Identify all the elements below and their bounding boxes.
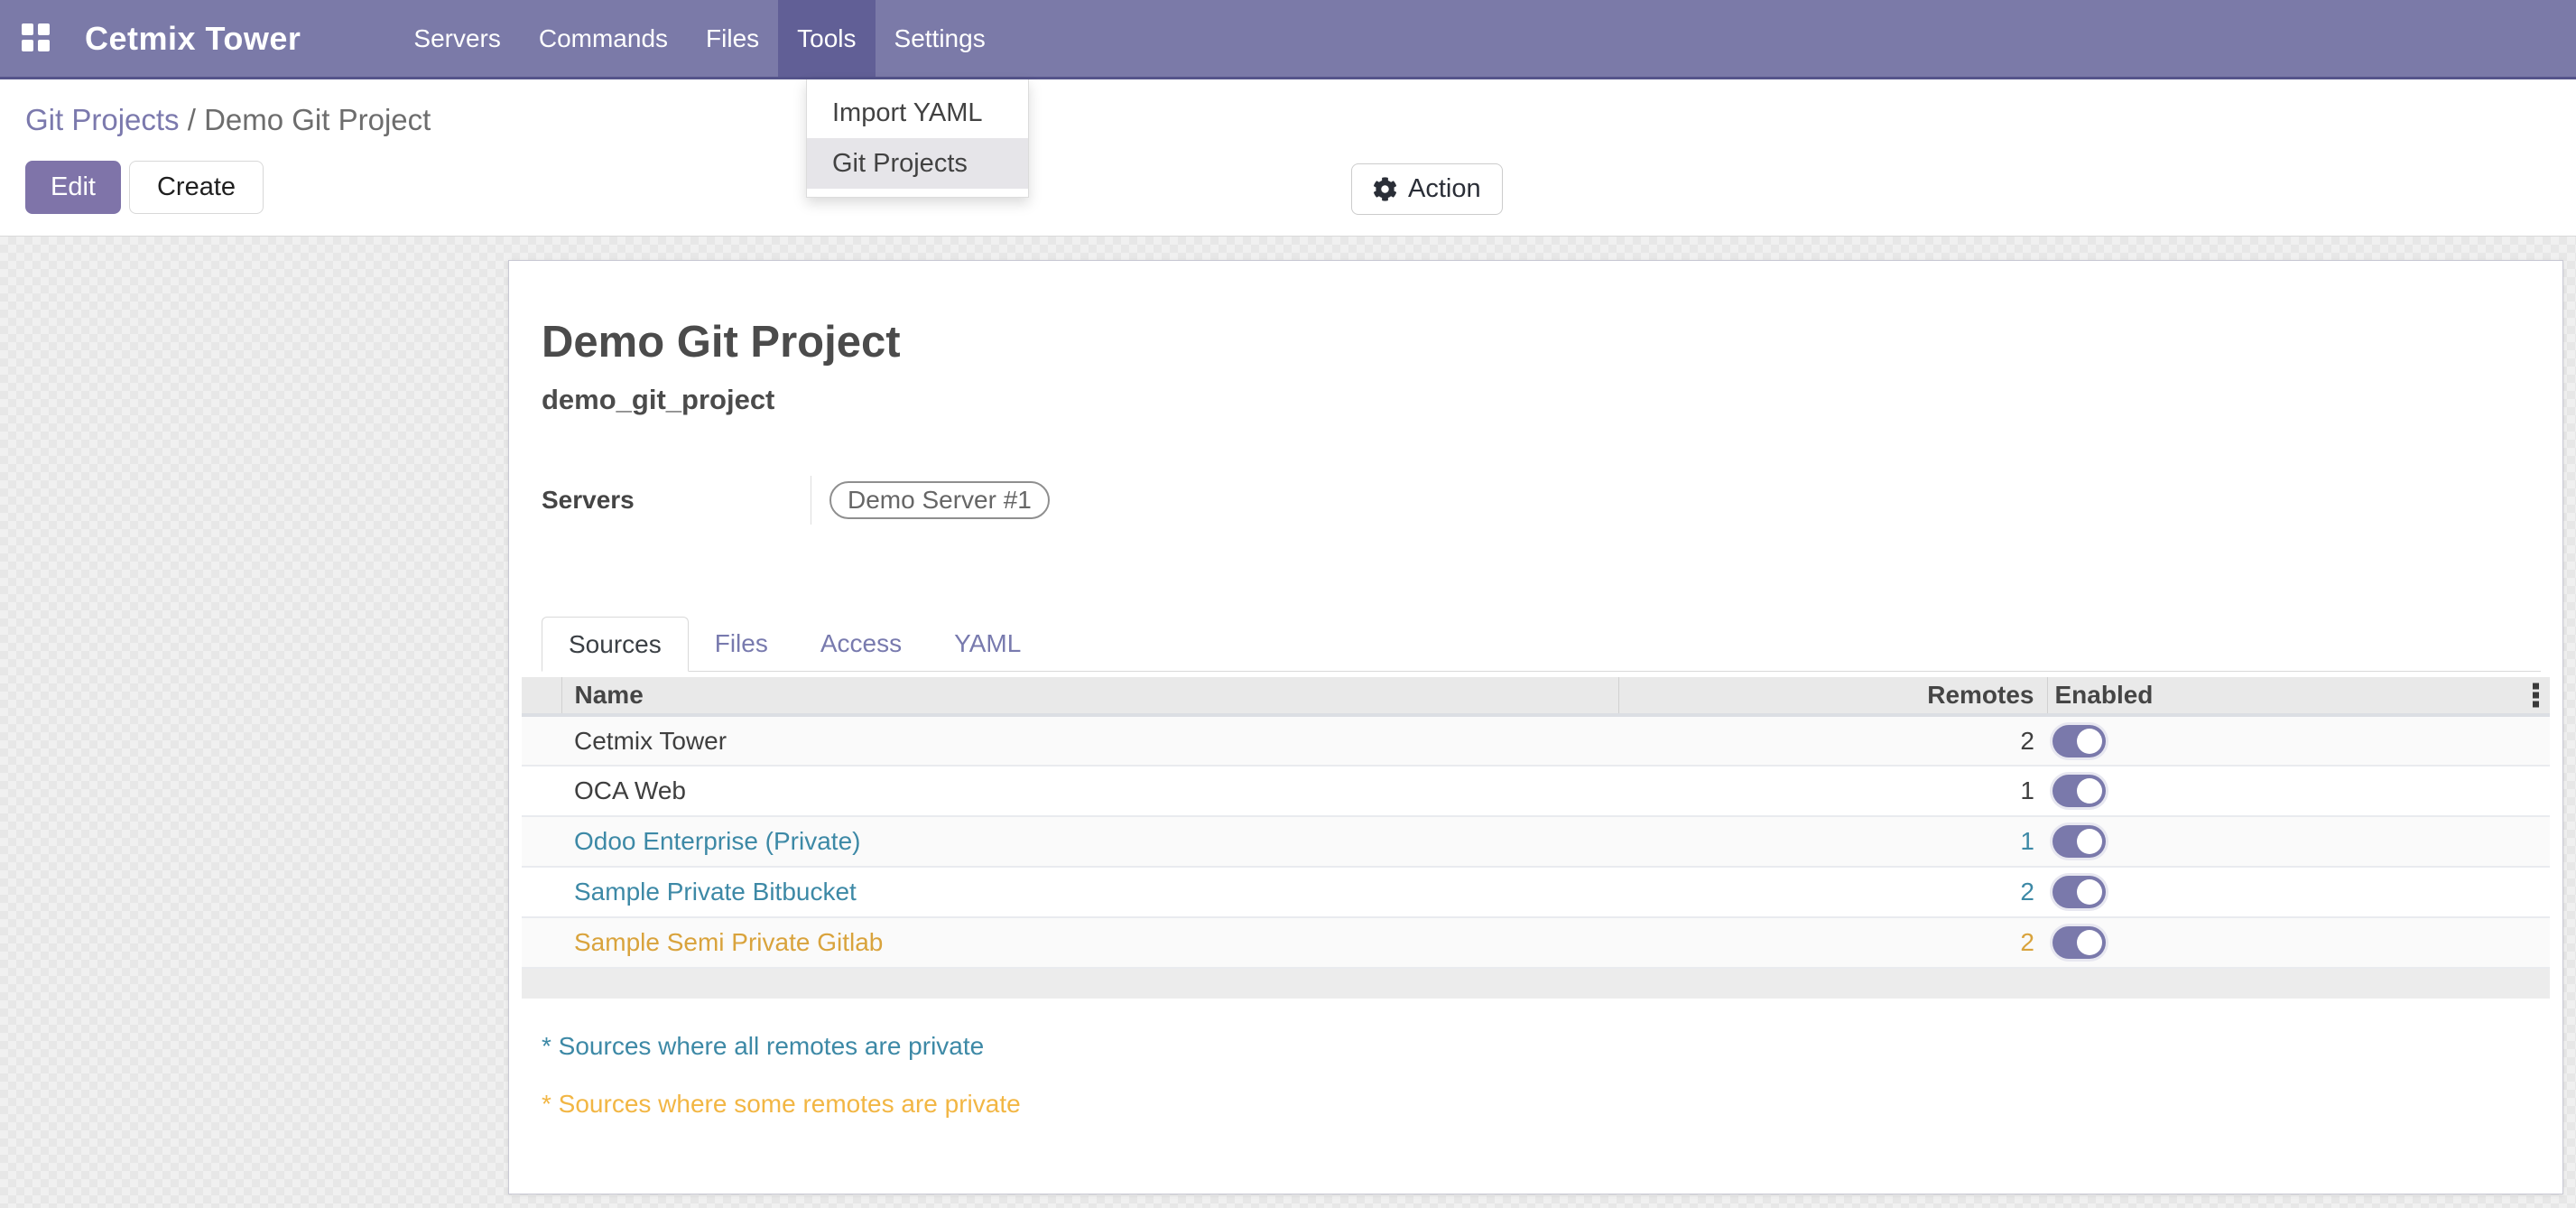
enabled-toggle[interactable] [2052, 876, 2106, 908]
menu-item-servers[interactable]: Servers [394, 0, 519, 77]
row-selector-cell [522, 766, 561, 816]
name-column-header[interactable]: Name [561, 677, 1618, 715]
servers-field-label: Servers [542, 486, 811, 515]
row-selector-cell [522, 816, 561, 867]
table-header-row: Name Remotes Enabled [522, 677, 2550, 715]
table-row[interactable]: Sample Private Bitbucket 2 [522, 867, 2550, 917]
enabled-cell [2047, 867, 2550, 917]
servers-field: Servers Demo Server #1 [542, 476, 2550, 525]
table-row[interactable]: OCA Web 1 [522, 766, 2550, 816]
action-button-label: Action [1408, 174, 1481, 204]
selector-column-header [522, 677, 561, 715]
table-row[interactable]: Cetmix Tower 2 [522, 715, 2550, 766]
apps-grid-icon[interactable] [22, 23, 52, 54]
enabled-cell [2047, 816, 2550, 867]
enabled-toggle[interactable] [2052, 725, 2106, 757]
enabled-cell [2047, 766, 2550, 816]
remotes-count: 2 [1618, 917, 2047, 968]
form-sheet: Demo Git Project demo_git_project Server… [508, 260, 2563, 1194]
enabled-toggle[interactable] [2052, 926, 2106, 959]
tab-yaml[interactable]: YAML [928, 617, 1047, 671]
menu-item-tools[interactable]: Tools [778, 0, 875, 77]
remotes-column-header[interactable]: Remotes [1618, 677, 2047, 715]
dropdown-item-git-projects[interactable]: Git Projects [807, 138, 1028, 189]
source-name[interactable]: OCA Web [561, 766, 1618, 816]
record-reference: demo_git_project [542, 382, 2550, 418]
row-selector-cell [522, 867, 561, 917]
row-selector-cell [522, 917, 561, 968]
note-some-private: * Sources where some remotes are private [542, 1089, 2550, 1120]
enabled-toggle[interactable] [2052, 825, 2106, 858]
gear-icon [1373, 177, 1397, 201]
enabled-column-label: Enabled [2055, 681, 2154, 709]
source-name[interactable]: Sample Private Bitbucket [561, 867, 1618, 917]
record-title: Demo Git Project [542, 317, 2550, 367]
top-navbar: Cetmix Tower Servers Commands Files Tool… [0, 0, 2576, 79]
menu-item-commands[interactable]: Commands [520, 0, 687, 77]
enabled-cell [2047, 715, 2550, 766]
remotes-count: 1 [1618, 816, 2047, 867]
create-button[interactable]: Create [129, 161, 264, 214]
menu-item-files[interactable]: Files [687, 0, 778, 77]
edit-button[interactable]: Edit [25, 161, 121, 214]
tab-files[interactable]: Files [689, 617, 794, 671]
optional-columns-icon[interactable] [2533, 683, 2539, 708]
breadcrumb: Git Projects / Demo Git Project [25, 79, 2551, 137]
legend-notes: * Sources where all remotes are private … [542, 1031, 2550, 1120]
server-tag: Demo Server #1 [829, 481, 1050, 519]
row-selector-cell [522, 715, 561, 766]
table-row[interactable]: Odoo Enterprise (Private) 1 [522, 816, 2550, 867]
breadcrumb-current: Demo Git Project [204, 103, 431, 136]
dropdown-item-import-yaml[interactable]: Import YAML [807, 88, 1028, 138]
table-footer-row [522, 968, 2550, 999]
tab-sources[interactable]: Sources [542, 617, 689, 672]
enabled-cell [2047, 917, 2550, 968]
breadcrumb-parent-link[interactable]: Git Projects [25, 103, 180, 136]
main-menu: Servers Commands Files Tools Settings [394, 0, 1004, 77]
enabled-column-header[interactable]: Enabled [2047, 677, 2550, 715]
table-row[interactable]: Sample Semi Private Gitlab 2 [522, 917, 2550, 968]
tab-access[interactable]: Access [794, 617, 928, 671]
source-name[interactable]: Cetmix Tower [561, 715, 1618, 766]
menu-item-settings[interactable]: Settings [876, 0, 1005, 77]
source-name[interactable]: Odoo Enterprise (Private) [561, 816, 1618, 867]
note-all-private: * Sources where all remotes are private [542, 1031, 2550, 1062]
sources-table: Name Remotes Enabled Cetmix Tower 2 [522, 677, 2550, 999]
notebook-tabs: Sources Files Access YAML [542, 617, 2541, 672]
source-name[interactable]: Sample Semi Private Gitlab [561, 917, 1618, 968]
remotes-count: 2 [1618, 867, 2047, 917]
action-button[interactable]: Action [1351, 163, 1503, 215]
remotes-count: 1 [1618, 766, 2047, 816]
servers-field-value: Demo Server #1 [811, 476, 1050, 525]
form-view-background: Demo Git Project demo_git_project Server… [0, 237, 2576, 1208]
enabled-toggle[interactable] [2052, 775, 2106, 807]
button-row: Edit Create [25, 161, 2551, 214]
control-panel: Git Projects / Demo Git Project Edit Cre… [0, 79, 2576, 237]
breadcrumb-separator: / [188, 103, 204, 136]
remotes-count: 2 [1618, 715, 2047, 766]
app-brand[interactable]: Cetmix Tower [85, 20, 301, 58]
tools-dropdown-menu: Import YAML Git Projects [806, 79, 1029, 198]
